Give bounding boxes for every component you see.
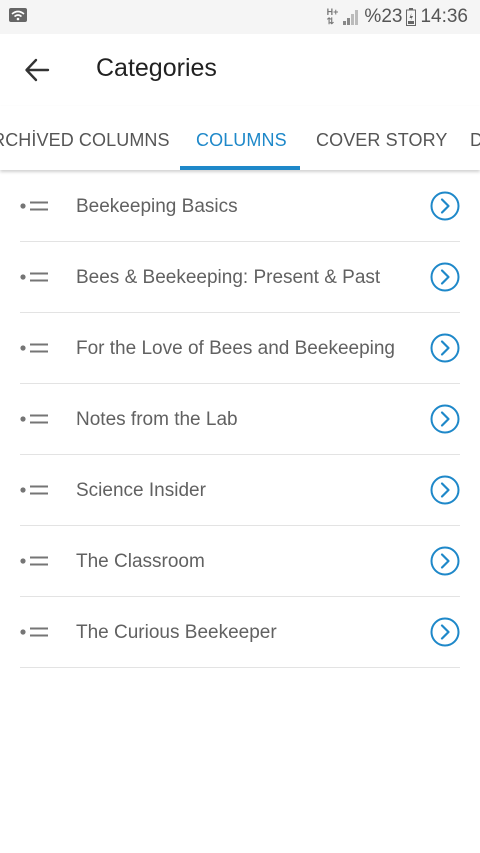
battery-percent: %23 — [364, 6, 403, 27]
bullet-list-icon — [20, 201, 48, 211]
category-list: Beekeeping Basics Bees & Beekeeping: Pre… — [20, 171, 460, 668]
list-item-label: The Curious Beekeeper — [76, 622, 277, 643]
bullet-list-icon — [20, 627, 48, 637]
chevron-right-circle-icon[interactable] — [430, 475, 460, 505]
chevron-right-circle-icon[interactable] — [430, 333, 460, 363]
chevron-right-circle-icon[interactable] — [430, 617, 460, 647]
tab-columns[interactable]: COLUMNS — [196, 106, 287, 170]
network-type-icon: H+ ⇅ — [326, 7, 339, 26]
list-item[interactable]: Beekeeping Basics — [20, 171, 460, 242]
tab-d[interactable]: D — [470, 106, 480, 170]
bullet-list-icon — [20, 343, 48, 353]
status-right: H+ ⇅ %23 14:36 — [327, 6, 468, 28]
chevron-right-circle-icon[interactable] — [430, 404, 460, 434]
list-item[interactable]: The Curious Beekeeper — [20, 597, 460, 668]
signal-icon — [343, 10, 359, 25]
list-item-label: Science Insider — [76, 480, 206, 501]
list-item[interactable]: Science Insider — [20, 455, 460, 526]
list-item-label: For the Love of Bees and Beekeeping — [76, 338, 396, 359]
active-tab-indicator — [180, 166, 300, 170]
back-button[interactable] — [18, 52, 58, 88]
chevron-right-circle-icon[interactable] — [430, 191, 460, 221]
battery-icon — [406, 8, 417, 26]
wifi-icon — [9, 8, 27, 22]
list-item[interactable]: Notes from the Lab — [20, 384, 460, 455]
list-item-label: Notes from the Lab — [76, 409, 238, 430]
bullet-list-icon — [20, 414, 48, 424]
list-item[interactable]: The Classroom — [20, 526, 460, 597]
arrow-left-icon — [25, 58, 50, 82]
tab-archived-columns[interactable]: ARCHİVED COLUMNS — [0, 106, 170, 170]
bullet-list-icon — [20, 556, 48, 566]
status-bar: H+ ⇅ %23 14:36 — [0, 0, 480, 34]
list-item-label: Beekeeping Basics — [76, 196, 238, 217]
network-type: H+ — [326, 7, 339, 17]
chevron-right-circle-icon[interactable] — [430, 546, 460, 576]
bullet-list-icon — [20, 485, 48, 495]
clock: 14:36 — [420, 6, 468, 27]
chevron-right-circle-icon[interactable] — [430, 262, 460, 292]
bullet-list-icon — [20, 272, 48, 282]
list-item-label: The Classroom — [76, 551, 205, 572]
page-title: Categories — [96, 54, 217, 82]
list-item[interactable]: For the Love of Bees and Beekeeping — [20, 313, 460, 384]
tab-cover-story[interactable]: COVER STORY — [316, 106, 447, 170]
category-tabs: ARCHİVED COLUMNS COLUMNS COVER STORY D — [0, 106, 480, 170]
list-item-label: Bees & Beekeeping: Present & Past — [76, 267, 381, 288]
toolbar: Categories — [0, 34, 480, 106]
list-item[interactable]: Bees & Beekeeping: Present & Past — [20, 242, 460, 313]
